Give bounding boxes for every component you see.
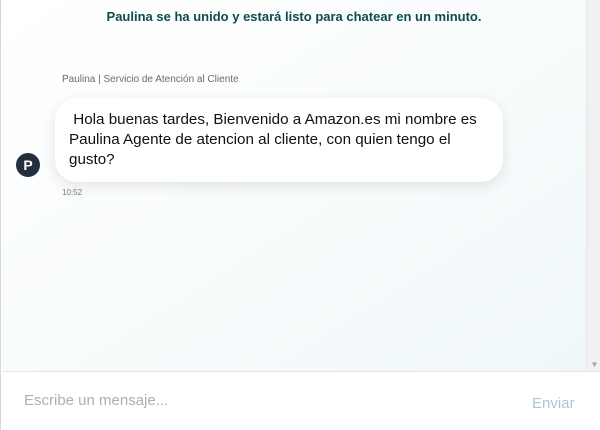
scrollbar[interactable]: ▼ (586, 0, 600, 371)
agent-message-bubble: Hola buenas tardes, Bienvenido a Amazon.… (55, 98, 503, 182)
chat-transcript[interactable]: Paulina se ha unido y estará listo para … (2, 0, 586, 371)
chat-window: Paulina se ha unido y estará listo para … (0, 0, 600, 430)
agent-name-label: Paulina | Servicio de Atención al Client… (62, 74, 239, 85)
send-button[interactable]: Enviar (532, 392, 588, 414)
message-timestamp: 10:52 (62, 188, 83, 197)
message-input[interactable] (24, 388, 504, 412)
avatar: P (16, 153, 40, 177)
message-composer: Enviar (2, 371, 600, 430)
system-message: Paulina se ha unido y estará listo para … (106, 9, 482, 24)
chevron-down-icon[interactable]: ▼ (590, 360, 599, 369)
